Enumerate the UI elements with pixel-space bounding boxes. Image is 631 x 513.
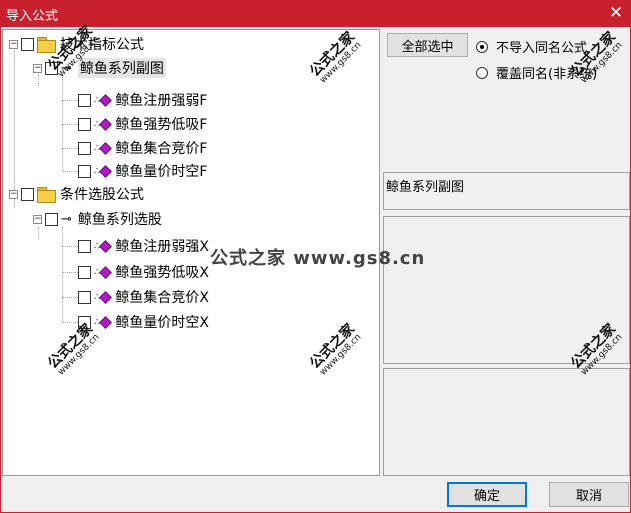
tree-group-stock-selection[interactable]: − 条件选股公式: [9, 183, 144, 205]
folder-icon: [37, 187, 56, 203]
formula-description-box: [383, 216, 630, 364]
item-checkbox[interactable]: [78, 164, 91, 178]
formula-notes-box: [383, 368, 630, 476]
tree-item[interactable]: ∴ 鲸鱼量价时空X: [78, 311, 209, 333]
item-label: 鲸鱼强势低吸F: [115, 117, 208, 133]
tree-item[interactable]: ∴ 鲸鱼强势低吸X: [78, 261, 209, 283]
node-checkbox[interactable]: [45, 61, 58, 75]
formula-icon: ∴: [94, 290, 113, 304]
radio-overwrite-same-name[interactable]: 覆盖同名(非系统): [476, 63, 597, 82]
item-label: 鲸鱼注册强弱F: [115, 93, 208, 109]
selected-formula-name: 鲸鱼系列副图: [386, 180, 465, 195]
node-label: 鲸鱼系列选股: [77, 212, 162, 228]
item-checkbox[interactable]: [78, 141, 91, 155]
tree-connector: [62, 227, 63, 323]
tree-connector: [62, 100, 78, 101]
tree-item[interactable]: ∴ 鲸鱼注册弱强X: [78, 235, 209, 257]
tree-connector: [62, 297, 78, 298]
formula-icon: ∴: [94, 117, 113, 131]
tree-connector: [62, 246, 78, 247]
collapse-toggle[interactable]: −: [33, 63, 42, 73]
tree-item[interactable]: ∴ 鲸鱼注册强弱F: [78, 89, 207, 111]
item-checkbox[interactable]: [78, 93, 91, 107]
formula-icon: ∴: [94, 265, 113, 279]
tree-group-indicators[interactable]: − 技术指标公式: [9, 33, 144, 55]
group-checkbox[interactable]: [21, 187, 34, 201]
cancel-button[interactable]: 取消: [549, 482, 629, 507]
item-label: 鲸鱼量价时空X: [115, 315, 209, 331]
tree-connector: [62, 148, 78, 149]
item-label: 鲸鱼集合竞价F: [115, 141, 208, 157]
selected-formula-box: 鲸鱼系列副图: [383, 172, 630, 210]
tree-connector: [62, 322, 78, 323]
item-label: 鲸鱼集合竞价X: [115, 290, 209, 306]
tree-item[interactable]: ∴ 鲸鱼集合竞价F: [78, 137, 207, 159]
radio-button-checked[interactable]: [476, 40, 488, 53]
key-icon: ⊸: [61, 211, 72, 227]
tree-item[interactable]: ∴ 鲸鱼集合竞价X: [78, 286, 209, 308]
ok-button[interactable]: 确定: [447, 482, 527, 507]
radio-label: 不导入同名公式: [496, 41, 588, 56]
item-checkbox[interactable]: [78, 290, 91, 304]
formula-tree[interactable]: − 技术指标公式 − ⊸ 鲸鱼系列副图 ∴ 鲸鱼注册强弱F ∴ 鲸鱼强势低吸F …: [2, 29, 380, 476]
formula-icon: ∴: [94, 239, 113, 253]
group-label: 技术指标公式: [60, 37, 144, 53]
tree-connector: [62, 272, 78, 273]
item-label: 鲸鱼量价时空F: [115, 164, 208, 180]
item-checkbox[interactable]: [78, 239, 91, 253]
group-label: 条件选股公式: [60, 187, 144, 203]
formula-icon: ∴: [94, 164, 113, 178]
radio-skip-same-name[interactable]: 不导入同名公式: [476, 37, 587, 56]
collapse-toggle[interactable]: −: [9, 39, 18, 49]
formula-icon: ∴: [94, 93, 113, 107]
collapse-toggle[interactable]: −: [9, 189, 18, 199]
item-label: 鲸鱼注册弱强X: [115, 239, 209, 255]
node-label: 鲸鱼系列副图: [77, 58, 166, 78]
window-title: 导入公式: [6, 9, 59, 24]
folder-icon: [37, 37, 56, 53]
tree-item[interactable]: ∴ 鲸鱼量价时空F: [78, 160, 207, 182]
tree-connector: [62, 124, 78, 125]
radio-button[interactable]: [476, 66, 488, 79]
item-checkbox[interactable]: [78, 265, 91, 279]
tree-node-subchart-series[interactable]: − ⊸ 鲸鱼系列副图: [33, 57, 166, 79]
formula-icon: ∴: [94, 315, 113, 329]
node-checkbox[interactable]: [45, 212, 58, 226]
tree-item[interactable]: ∴ 鲸鱼强势低吸F: [78, 113, 207, 135]
tree-connector: [62, 171, 78, 172]
group-checkbox[interactable]: [21, 37, 34, 51]
select-all-button[interactable]: 全部选中: [387, 33, 468, 57]
radio-label: 覆盖同名(非系统): [496, 67, 598, 82]
item-checkbox[interactable]: [78, 315, 91, 329]
tree-node-selection-series[interactable]: − ⊸ 鲸鱼系列选股: [33, 208, 162, 230]
item-checkbox[interactable]: [78, 117, 91, 131]
formula-icon: ∴: [94, 141, 113, 155]
title-bar[interactable]: 导入公式 ✕: [0, 0, 631, 27]
tree-connector: [62, 74, 63, 170]
collapse-toggle[interactable]: −: [33, 214, 42, 224]
key-icon: ⊸: [61, 60, 72, 76]
item-label: 鲸鱼强势低吸X: [115, 265, 209, 281]
close-icon[interactable]: ✕: [605, 3, 627, 23]
